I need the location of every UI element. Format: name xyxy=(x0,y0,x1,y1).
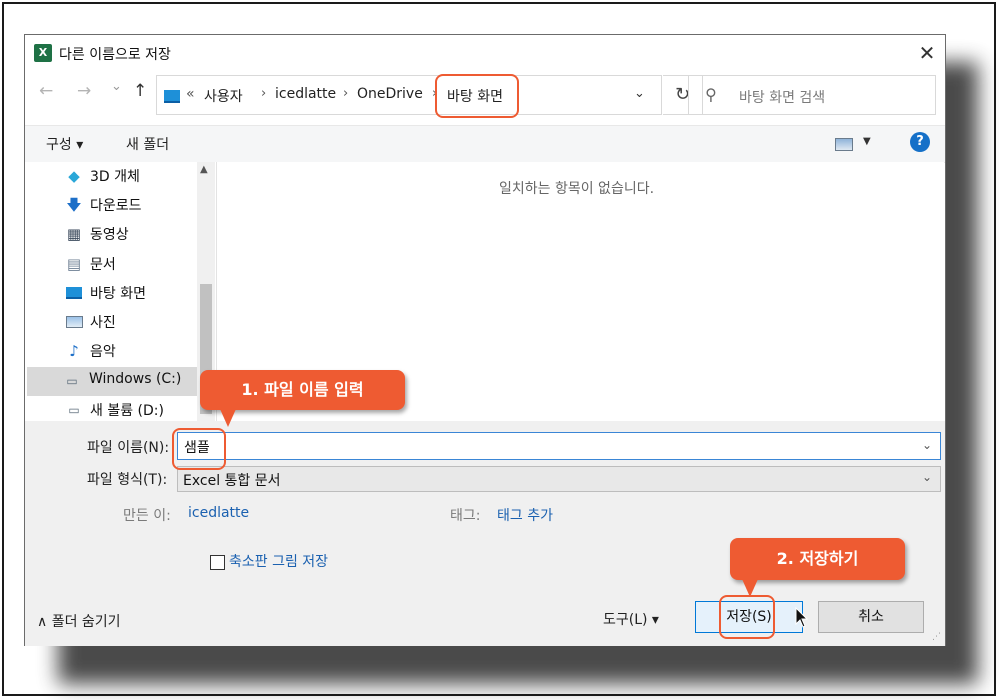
picture-icon xyxy=(65,313,83,331)
view-options-caret-icon[interactable]: ▼ xyxy=(863,136,871,147)
tools-menu-button[interactable]: 도구(L) ▾ xyxy=(603,609,659,629)
sidebar-item-volume-d[interactable]: ▭ 새 볼륨 (D:) xyxy=(63,396,213,421)
highlight-current-folder xyxy=(435,74,519,118)
cancel-button[interactable]: 취소 xyxy=(818,601,924,633)
save-thumbnail-checkbox[interactable] xyxy=(210,555,225,570)
title-bar: X 다른 이름으로 저장 ✕ xyxy=(25,35,945,73)
sidebar-item-pictures[interactable]: 사진 xyxy=(63,308,213,337)
add-tag-link[interactable]: 태그 추가 xyxy=(497,505,553,525)
filetype-select[interactable]: Excel 통합 문서 ⌄ xyxy=(177,466,941,492)
music-note-icon: ♪ xyxy=(69,342,79,360)
sidebar-item-label: 새 볼륨 (D:) xyxy=(90,403,164,419)
cube-3d-icon: ◆ xyxy=(68,167,80,185)
sidebar-item-desktop[interactable]: 바탕 화면 xyxy=(63,279,213,308)
search-icon: ⚲ xyxy=(705,85,717,104)
filename-input[interactable]: 샘플 ⌄ xyxy=(177,432,941,460)
scroll-up-icon[interactable]: ▲ xyxy=(200,164,208,175)
this-pc-icon xyxy=(164,90,180,103)
address-bar[interactable]: « 사용자 › icedlatte › OneDrive › 바탕 화면 ⌄ xyxy=(156,75,662,115)
command-toolbar: 구성 ▾ 새 폴더 ▼ ? xyxy=(25,125,945,163)
windows-drive-icon: ▭ xyxy=(66,374,78,388)
empty-message: 일치하는 항목이 없습니다. xyxy=(499,181,655,197)
search-box[interactable]: ⚲ 바탕 화면 검색 xyxy=(688,75,936,115)
document-icon: ▤ xyxy=(66,255,82,273)
callout-step-2-pointer xyxy=(742,579,758,597)
view-options-icon[interactable] xyxy=(835,138,853,151)
callout-step-2: 2. 저장하기 xyxy=(730,538,905,580)
address-dropdown-chevron-icon[interactable]: ⌄ xyxy=(634,86,645,101)
resize-grip-icon[interactable]: ⋰ xyxy=(932,632,941,642)
filetype-value: Excel 통합 문서 xyxy=(183,473,281,489)
sidebar-item-label: 3D 개체 xyxy=(90,169,140,185)
sidebar-item-windows-c[interactable]: ▭ Windows (C:) xyxy=(27,367,197,396)
filename-label: 파일 이름(N): xyxy=(87,440,170,456)
sidebar-item-downloads[interactable]: 🡇 다운로드 xyxy=(63,191,213,220)
breadcrumb-item[interactable]: OneDrive xyxy=(357,86,423,102)
filetype-dropdown-chevron-icon[interactable]: ⌄ xyxy=(922,470,932,484)
tags-label: 태그: xyxy=(450,508,481,524)
breadcrumb-overflow[interactable]: « xyxy=(186,86,195,102)
callout-step-1-pointer xyxy=(220,409,236,427)
back-arrow-icon[interactable]: ← xyxy=(39,81,53,101)
navigation-pane: ◆ 3D 개체 🡇 다운로드 ▦ 동영상 ▤ 문서 바탕 화면 사진 ♪ 음악 … xyxy=(25,162,216,421)
recent-locations-chevron-icon[interactable]: ⌄ xyxy=(111,79,122,94)
callout-step-1: 1. 파일 이름 입력 xyxy=(200,370,405,410)
organize-menu-button[interactable]: 구성 ▾ xyxy=(46,134,83,154)
sidebar-item-label: 음악 xyxy=(90,344,116,360)
sidebar-item-documents[interactable]: ▤ 문서 xyxy=(63,250,213,279)
sidebar-item-videos[interactable]: ▦ 동영상 xyxy=(63,220,213,249)
breadcrumb-item[interactable]: icedlatte xyxy=(275,86,336,102)
hide-folders-button[interactable]: ∧ 폴더 숨기기 xyxy=(37,611,121,631)
highlight-filename xyxy=(172,428,226,470)
desktop-icon xyxy=(65,284,83,302)
filetype-label: 파일 형식(T): xyxy=(87,472,168,488)
up-arrow-icon[interactable]: ↑ xyxy=(133,81,147,101)
breadcrumb-item[interactable]: 사용자 xyxy=(204,86,243,106)
new-folder-button[interactable]: 새 폴더 xyxy=(126,134,169,154)
authors-link[interactable]: icedlatte xyxy=(188,505,249,521)
authors-label: 만든 이: xyxy=(123,508,171,524)
sidebar-item-label: 다운로드 xyxy=(90,198,142,214)
help-button[interactable]: ? xyxy=(910,132,930,152)
close-button[interactable]: ✕ xyxy=(914,41,940,65)
sidebar-item-label: 동영상 xyxy=(90,227,129,243)
sidebar-item-music[interactable]: ♪ 음악 xyxy=(63,337,213,366)
download-arrow-icon: 🡇 xyxy=(66,196,82,214)
forward-arrow-icon[interactable]: → xyxy=(77,81,91,101)
save-thumbnail-label[interactable]: 축소판 그림 저장 xyxy=(229,551,328,571)
sidebar-item-label: 문서 xyxy=(90,257,116,273)
search-placeholder: 바탕 화면 검색 xyxy=(739,90,826,106)
mouse-cursor-icon xyxy=(795,607,809,628)
film-icon: ▦ xyxy=(66,225,82,243)
excel-icon: X xyxy=(34,44,52,62)
sidebar-item-label: 바탕 화면 xyxy=(90,286,146,302)
highlight-save-button xyxy=(719,595,775,639)
sidebar-item-label: 사진 xyxy=(90,315,116,331)
drive-icon: ▭ xyxy=(68,403,80,417)
sidebar-item-3d-objects[interactable]: ◆ 3D 개체 xyxy=(63,162,213,191)
sidebar-item-label: Windows (C:) xyxy=(89,371,182,387)
breadcrumb-separator[interactable]: › xyxy=(261,86,266,101)
filename-dropdown-chevron-icon[interactable]: ⌄ xyxy=(922,438,932,452)
window-title: 다른 이름으로 저장 xyxy=(59,47,171,63)
breadcrumb-separator[interactable]: › xyxy=(343,86,348,101)
